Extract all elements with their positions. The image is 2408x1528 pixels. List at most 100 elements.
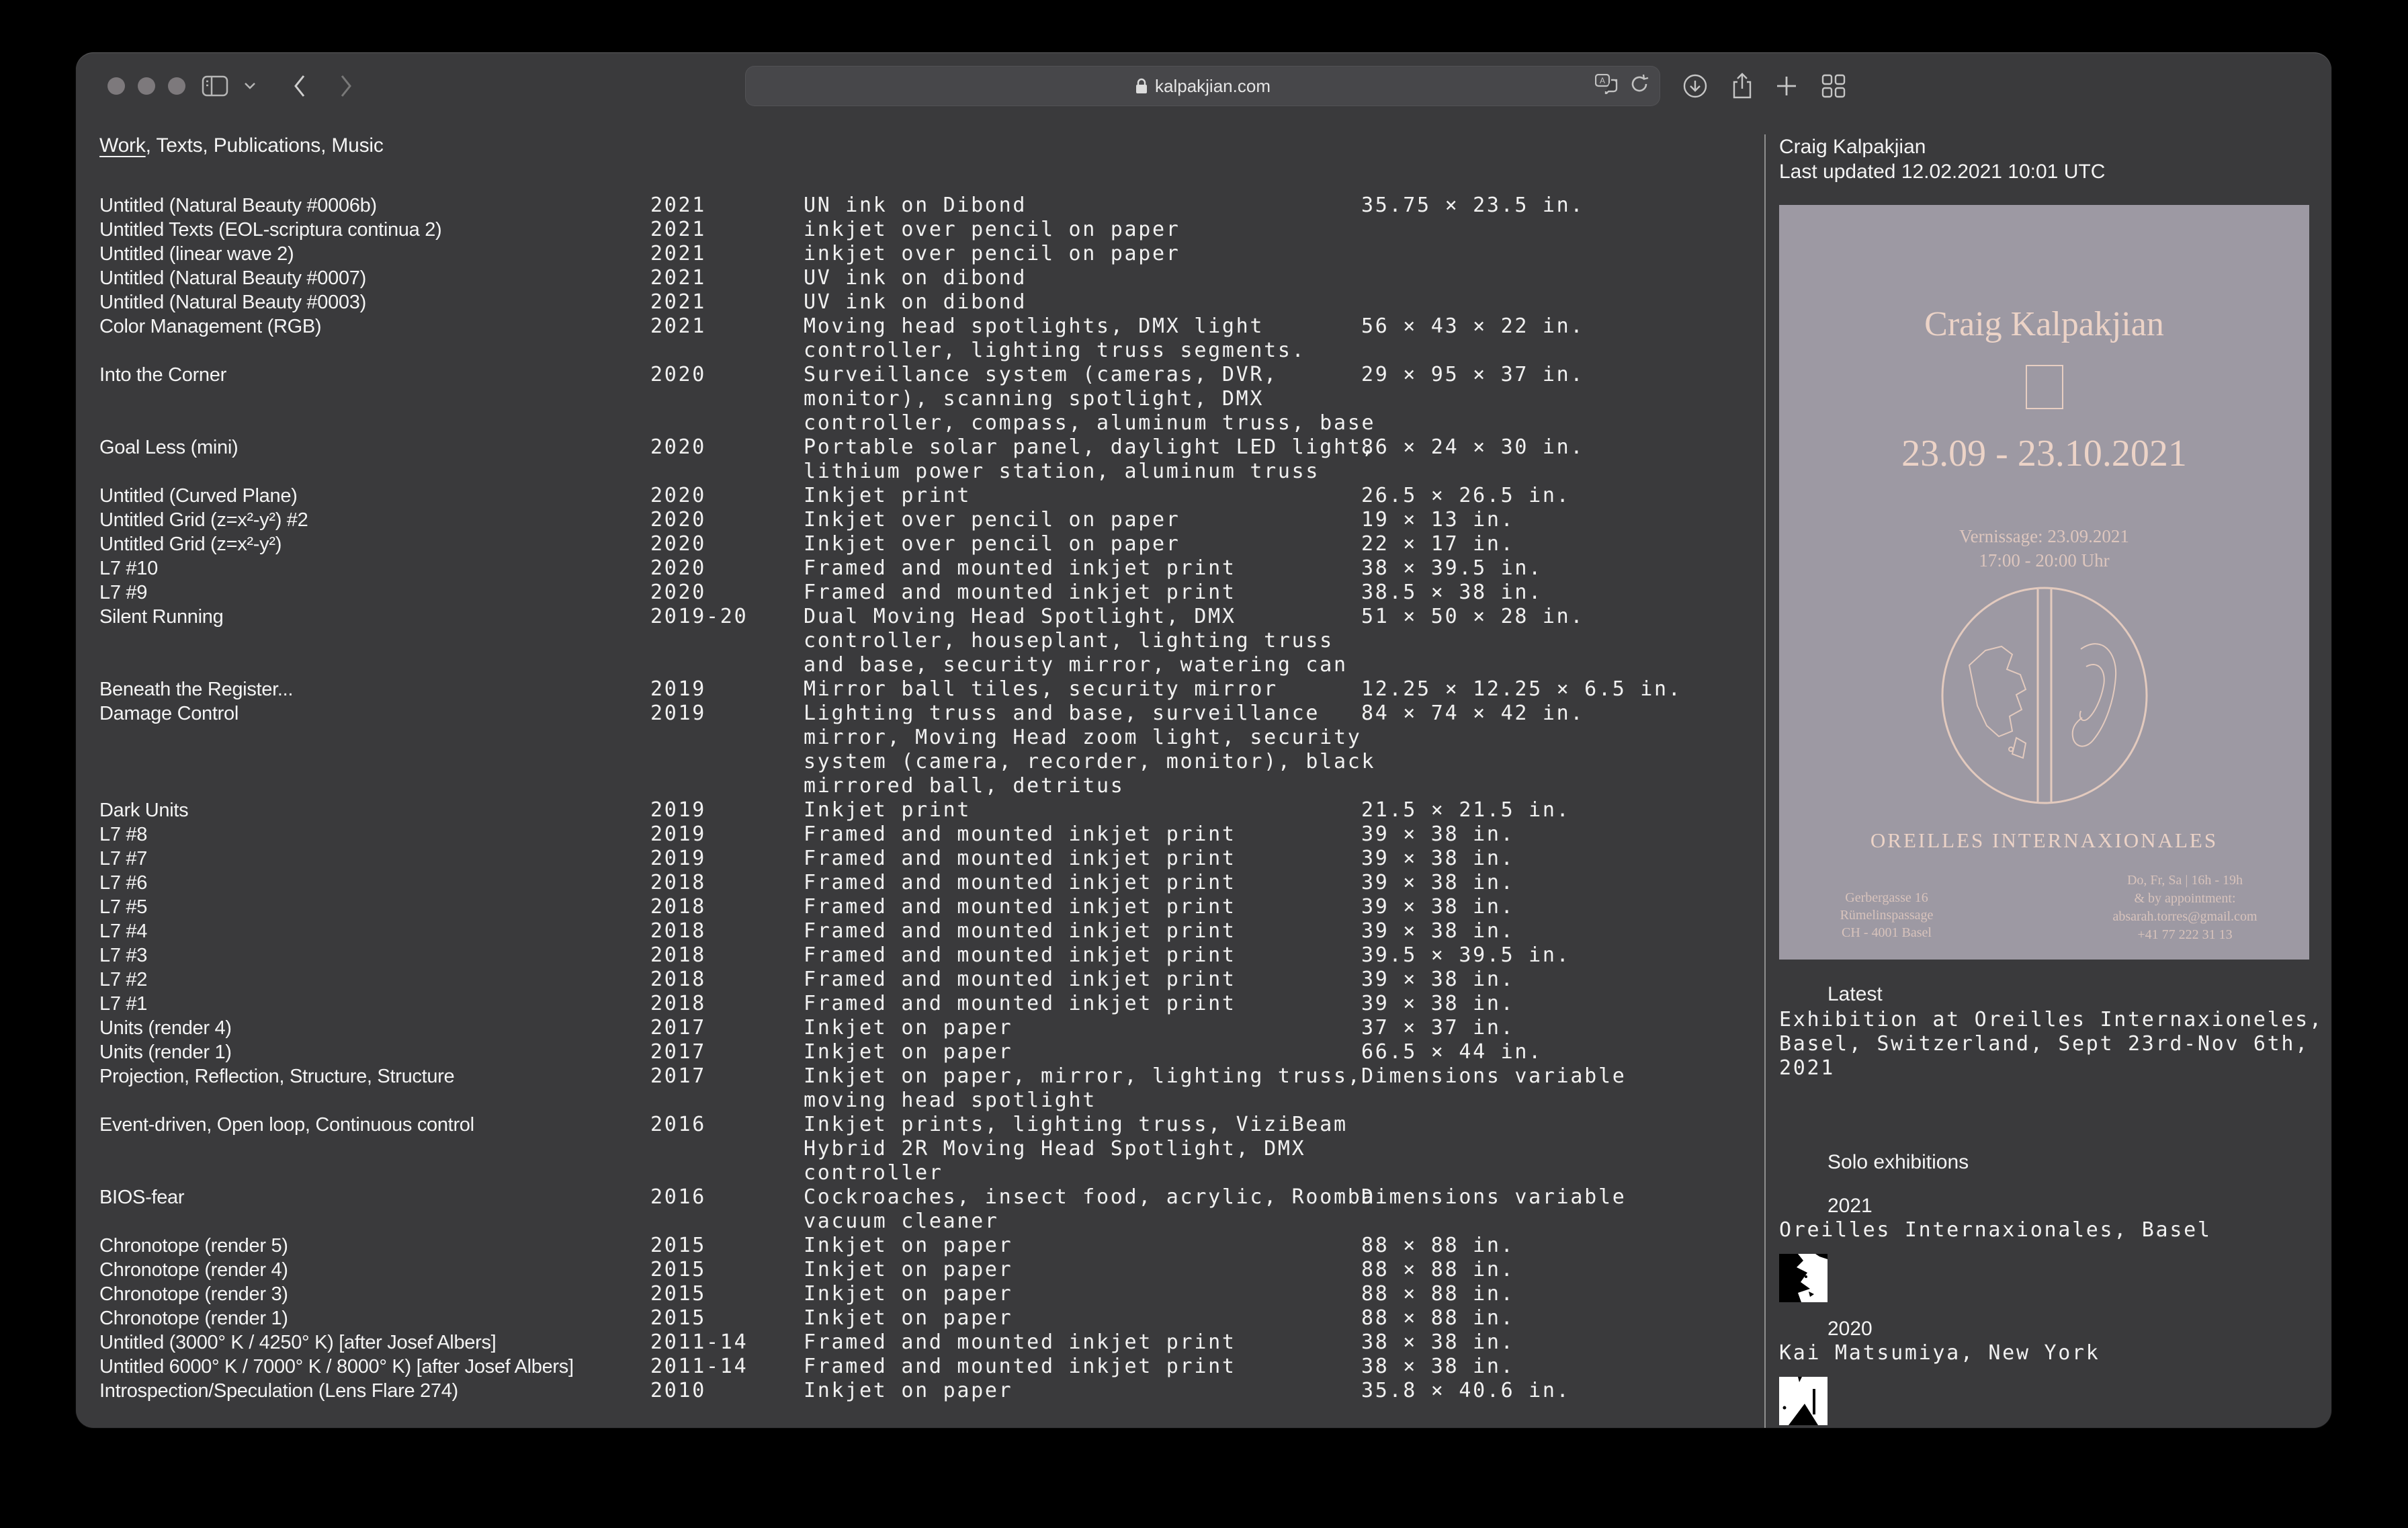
new-tab-button[interactable] [1772,71,1801,101]
work-row: Dark Units2019Inkjet print21.5 × 21.5 in… [99,798,1764,822]
work-title-link[interactable]: Dark Units [99,798,650,822]
work-row: Chronotope (render 4)2015Inkjet on paper… [99,1258,1764,1282]
work-title-link[interactable]: L7 #2 [99,968,650,992]
work-year: 2018 [650,992,804,1016]
work-title-link[interactable]: Into the Corner [99,363,650,387]
work-year: 2018 [650,943,804,968]
exhibition-poster[interactable]: Craig Kalpakjian 23.09 - 23.10.2021 Vern… [1779,205,2309,960]
work-dimensions: 39 × 38 in. [1361,822,1764,847]
work-title-link[interactable]: L7 #10 [99,556,650,581]
poster-address-line: CH - 4001 Basel [1806,924,1967,941]
work-title-link[interactable]: Goal Less (mini) [99,435,650,460]
work-dimensions: 39 × 38 in. [1361,968,1764,992]
mountain-thumbnail[interactable] [1779,1377,1828,1425]
sidebar: Craig Kalpakjian Last updated 12.02.2021… [1779,134,2331,1428]
work-title-link[interactable]: Beneath the Register... [99,677,650,702]
work-title-link[interactable]: Untitled Grid (z=x²-y²) #2 [99,508,650,532]
reload-icon[interactable] [1630,74,1649,99]
work-year: 2017 [650,1064,804,1089]
work-title-link[interactable]: Units (render 1) [99,1040,650,1064]
work-dimensions: 38 × 38 in. [1361,1330,1764,1355]
work-title-link[interactable]: L7 #4 [99,919,650,943]
work-title-link[interactable]: L7 #1 [99,992,650,1016]
work-materials: Framed and mounted inkjet print [804,581,1381,605]
minimize-button[interactable] [138,77,155,95]
share-icon [1731,73,1753,99]
solo-venue-link[interactable]: Kai Matsumiya, New York [1779,1341,2331,1365]
poster-opening-info: Do, Fr, Sa | 16h - 19h & by appointment:… [2074,872,2296,944]
work-materials: UN ink on Dibond [804,194,1381,218]
work-title-link[interactable]: L7 #6 [99,871,650,895]
nav-link-work[interactable]: Work [99,134,146,157]
work-title-link[interactable]: L7 #3 [99,943,650,968]
work-row: L7 #92020Framed and mounted inkjet print… [99,581,1764,605]
work-title-link[interactable]: Projection, Reflection, Structure, Struc… [99,1064,650,1089]
work-materials: Framed and mounted inkjet print [804,847,1381,871]
work-year: 2020 [650,581,804,605]
work-title-link[interactable]: L7 #7 [99,847,650,871]
work-title-link[interactable]: Untitled (linear wave 2) [99,242,650,266]
work-title-link[interactable]: L7 #8 [99,822,650,847]
nav-link-music[interactable]: Music [331,134,383,157]
work-row: Untitled 6000° K / 7000° K / 8000° K) [a… [99,1355,1764,1379]
work-year: 2015 [650,1234,804,1258]
sidebar-menu-chevron[interactable] [240,71,260,101]
globe-ear-emblem-icon [1937,585,2152,810]
work-title-link[interactable]: Untitled (Curved Plane) [99,484,650,508]
work-row: Untitled Grid (z=x²-y²) #22020Inkjet ove… [99,508,1764,532]
back-button[interactable] [285,71,314,101]
work-materials: Framed and mounted inkjet print [804,871,1381,895]
work-title-link[interactable]: Untitled 6000° K / 7000° K / 8000° K) [a… [99,1355,650,1379]
new-tab-icon [1775,75,1798,97]
work-title-link[interactable]: Chronotope (render 4) [99,1258,650,1282]
map-thumbnail[interactable] [1779,1254,1828,1302]
work-title-link[interactable]: Chronotope (render 5) [99,1234,650,1258]
work-title-link[interactable]: Introspection/Speculation (Lens Flare 27… [99,1379,650,1403]
work-title-link[interactable]: Event-driven, Open loop, Continuous cont… [99,1113,650,1137]
work-title-link[interactable]: Damage Control [99,702,650,726]
work-title-link[interactable]: Color Management (RGB) [99,314,650,339]
poster-artist: Craig Kalpakjian [1779,304,2309,344]
close-button[interactable] [108,77,125,95]
forward-button[interactable] [331,71,361,101]
url-field[interactable]: kalpakjian.com A [746,67,1660,105]
work-title-link[interactable]: Untitled Texts (EOL-scriptura continua 2… [99,218,650,242]
url-text: kalpakjian.com [1155,76,1271,97]
sidebar-toggle-button[interactable] [200,71,230,101]
work-title-link[interactable]: Untitled (Natural Beauty #0003) [99,290,650,314]
work-title-link[interactable]: Chronotope (render 1) [99,1306,650,1330]
work-title-link[interactable]: Untitled (Natural Beauty #0006b) [99,194,650,218]
work-title-link[interactable]: Untitled Grid (z=x²-y²) [99,532,650,556]
lock-icon[interactable] [1135,77,1148,95]
work-materials: Framed and mounted inkjet print [804,822,1381,847]
forward-icon [339,75,353,97]
work-title-link[interactable]: Units (render 4) [99,1016,650,1040]
work-year: 2021 [650,314,804,339]
work-title-link[interactable]: Untitled (Natural Beauty #0007) [99,266,650,290]
poster-gallery-name: OREILLES INTERNAXIONALES [1779,829,2309,853]
tab-overview-button[interactable] [1819,71,1848,101]
work-materials: Moving head spotlights, DMX light contro… [804,314,1381,363]
work-dimensions: 86 × 24 × 30 in. [1361,435,1764,460]
work-year: 2020 [650,435,804,460]
work-year: 2016 [650,1185,804,1209]
downloads-button[interactable] [1680,71,1710,101]
share-button[interactable] [1727,71,1757,101]
work-year: 2019-20 [650,605,804,629]
work-title-link[interactable]: Silent Running [99,605,650,629]
work-title-link[interactable]: L7 #9 [99,581,650,605]
work-dimensions: 56 × 43 × 22 in. [1361,314,1764,339]
work-row: Chronotope (render 1)2015Inkjet on paper… [99,1306,1764,1330]
chevron-down-icon [244,82,256,90]
zoom-button[interactable] [168,77,185,95]
work-title-link[interactable]: L7 #5 [99,895,650,919]
work-title-link[interactable]: Chronotope (render 3) [99,1282,650,1306]
solo-venue-link[interactable]: Oreilles Internaxionales, Basel [1779,1218,2331,1242]
work-row: Units (render 4)2017Inkjet on paper37 × … [99,1016,1764,1040]
work-title-link[interactable]: Untitled (3000° K / 4250° K) [after Jose… [99,1330,650,1355]
nav-link-publications[interactable]: Publications [214,134,320,157]
nav-link-texts[interactable]: Texts [156,134,202,157]
translate-icon[interactable]: A [1595,74,1618,99]
work-year: 2015 [650,1282,804,1306]
work-title-link[interactable]: BIOS-fear [99,1185,650,1209]
